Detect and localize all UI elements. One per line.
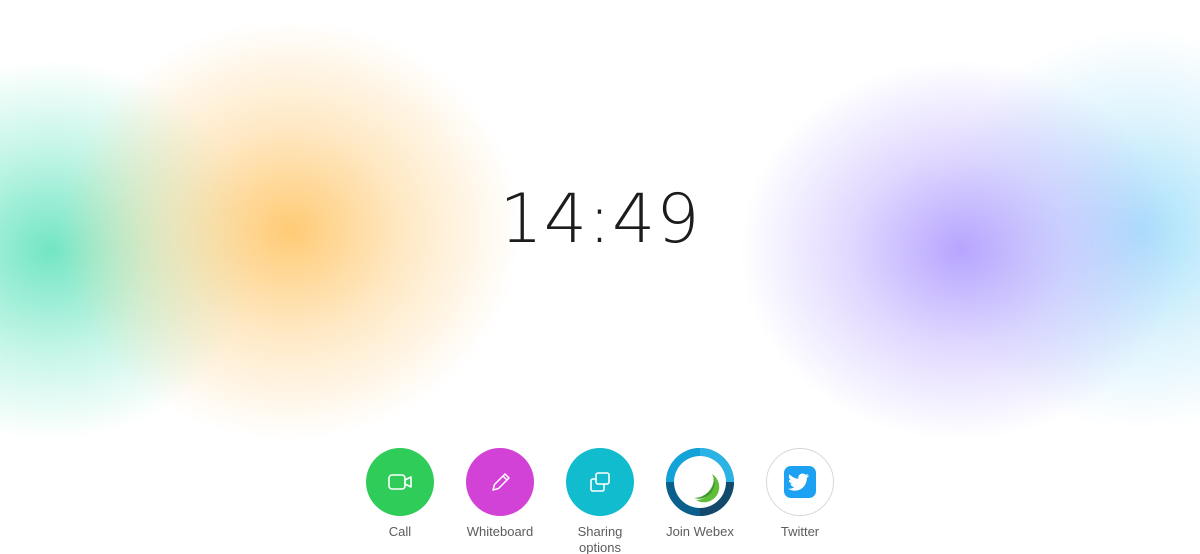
whiteboard-button[interactable]: Whiteboard bbox=[465, 448, 535, 554]
join-webex-label: Join Webex bbox=[666, 524, 734, 539]
call-tile[interactable] bbox=[366, 448, 434, 516]
sharing-options-label: Sharing options bbox=[577, 524, 623, 554]
home-screen: 14:49 Call Whiteboard Sharing options Jo… bbox=[0, 0, 1200, 554]
whiteboard-tile[interactable] bbox=[466, 448, 534, 516]
app-dock: Call Whiteboard Sharing options Join Web… bbox=[0, 448, 1200, 554]
pencil-icon bbox=[492, 473, 510, 491]
share-screens-icon bbox=[590, 472, 610, 492]
sharing-options-tile[interactable] bbox=[566, 448, 634, 516]
sharing-options-button[interactable]: Sharing options bbox=[565, 448, 635, 554]
whiteboard-label: Whiteboard bbox=[466, 524, 534, 539]
webex-logo-icon bbox=[666, 448, 734, 516]
twitter-label: Twitter bbox=[780, 524, 820, 539]
clock-time: 14:49 bbox=[499, 180, 701, 259]
call-label: Call bbox=[388, 524, 412, 539]
join-webex-button[interactable]: Join Webex bbox=[665, 448, 735, 554]
call-button[interactable]: Call bbox=[365, 448, 435, 554]
twitter-tile[interactable] bbox=[766, 448, 834, 516]
join-webex-tile[interactable] bbox=[666, 448, 734, 516]
twitter-bird-icon bbox=[784, 466, 816, 498]
video-camera-icon bbox=[388, 474, 412, 490]
twitter-button[interactable]: Twitter bbox=[765, 448, 835, 554]
